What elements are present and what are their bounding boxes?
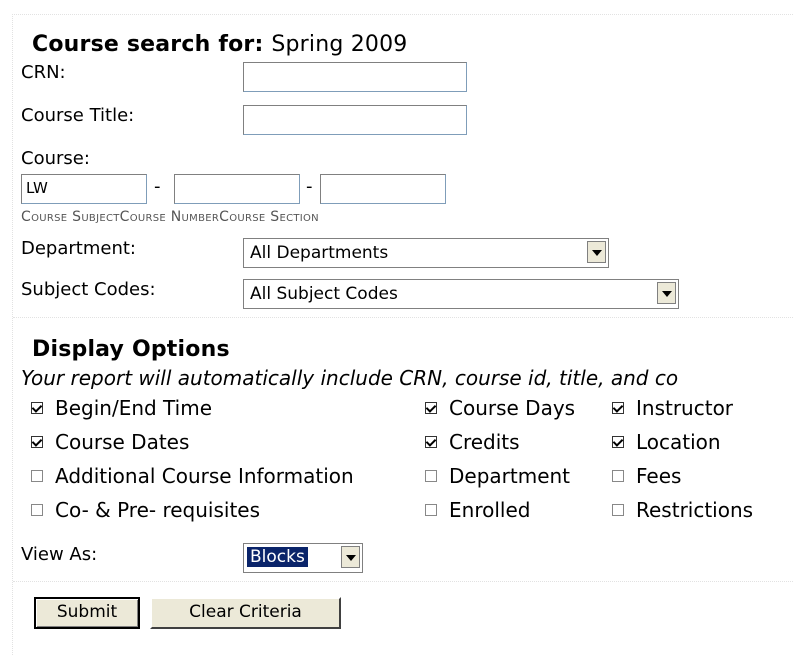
option-co-pre-requisites[interactable]: Co- & Pre- requisites xyxy=(31,498,260,522)
term-label: Spring 2009 xyxy=(271,32,408,57)
option-department[interactable]: Department xyxy=(425,464,570,488)
checkbox-checked-icon[interactable] xyxy=(31,435,43,448)
display-options-note: Your report will automatically include C… xyxy=(21,366,679,390)
checkbox-checked-icon[interactable] xyxy=(31,401,43,414)
option-begin-end-time[interactable]: Begin/End Time xyxy=(31,396,212,420)
course-sublabels: Course SubjectCourse NumberCourse Sectio… xyxy=(21,209,319,225)
course-subject-caption: Course Subject xyxy=(21,209,120,225)
chevron-down-icon[interactable] xyxy=(657,282,676,304)
checkbox-checked-icon[interactable] xyxy=(425,435,437,448)
checkbox-unchecked-icon[interactable] xyxy=(425,503,437,516)
option-additional-course-information[interactable]: Additional Course Information xyxy=(31,464,354,488)
chevron-down-icon[interactable] xyxy=(587,241,606,263)
option-credits[interactable]: Credits xyxy=(425,430,520,454)
view-as-label: View As: xyxy=(21,544,98,565)
submit-button[interactable]: Submit xyxy=(34,597,140,629)
course-section-caption: Course Section xyxy=(219,209,319,225)
checkbox-checked-icon[interactable] xyxy=(612,435,624,448)
course-number-caption: Course Number xyxy=(119,209,220,225)
subject-codes-select[interactable]: All Subject Codes xyxy=(243,279,679,309)
course-title-input[interactable] xyxy=(243,105,467,135)
page-title: Course search for: Spring 2009 xyxy=(32,32,408,57)
chevron-down-icon[interactable] xyxy=(341,546,360,568)
section-divider xyxy=(13,317,793,318)
section-divider xyxy=(13,581,793,582)
option-enrolled[interactable]: Enrolled xyxy=(425,498,530,522)
clear-criteria-button[interactable]: Clear Criteria xyxy=(150,597,341,629)
checkbox-unchecked-icon[interactable] xyxy=(31,503,43,516)
display-options-heading: Display Options xyxy=(32,337,230,362)
department-label: Department: xyxy=(21,238,136,259)
checkbox-unchecked-icon[interactable] xyxy=(612,469,624,482)
course-section-input[interactable] xyxy=(320,174,446,204)
course-number-input[interactable] xyxy=(174,174,300,204)
view-as-select[interactable]: Blocks xyxy=(243,543,363,573)
option-fees[interactable]: Fees xyxy=(612,464,681,488)
option-course-dates[interactable]: Course Dates xyxy=(31,430,189,454)
option-restrictions[interactable]: Restrictions xyxy=(612,498,753,522)
course-dash: - xyxy=(306,176,313,197)
crn-label: CRN: xyxy=(21,62,66,83)
course-title-label: Course Title: xyxy=(21,105,135,126)
checkbox-checked-icon[interactable] xyxy=(425,401,437,414)
option-instructor[interactable]: Instructor xyxy=(612,396,733,420)
course-label: Course: xyxy=(21,148,90,169)
option-course-days[interactable]: Course Days xyxy=(425,396,575,420)
option-location[interactable]: Location xyxy=(612,430,721,454)
department-select[interactable]: All Departments xyxy=(243,238,609,268)
checkbox-unchecked-icon[interactable] xyxy=(425,469,437,482)
checkbox-unchecked-icon[interactable] xyxy=(31,469,43,482)
crn-input[interactable] xyxy=(243,62,467,92)
checkbox-unchecked-icon[interactable] xyxy=(612,503,624,516)
course-subject-input[interactable]: LW xyxy=(21,174,147,204)
course-dash: - xyxy=(154,176,161,197)
checkbox-checked-icon[interactable] xyxy=(612,401,624,414)
subject-codes-label: Subject Codes: xyxy=(21,279,156,300)
